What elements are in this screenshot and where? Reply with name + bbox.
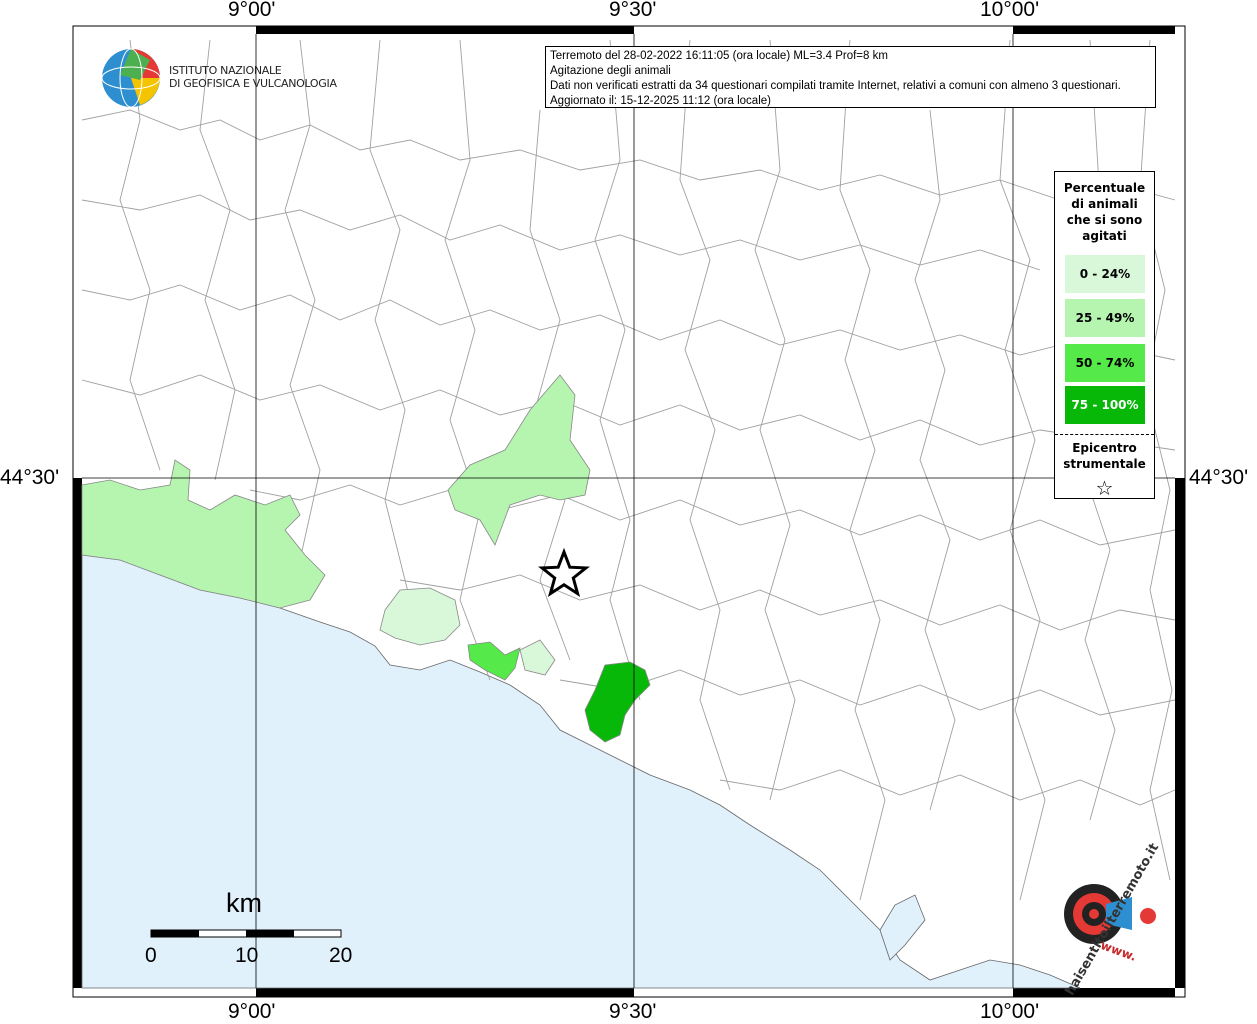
legend-epicenter-line: Epicentro <box>1072 441 1137 455</box>
event-info-box: Terremoto del 28-02-2022 16:11:05 (ora l… <box>545 46 1156 108</box>
scale-tick-20: 20 <box>329 944 353 967</box>
data-note: Dati non verificati estratti da 34 quest… <box>550 80 1121 92</box>
legend-title: Percentuale di animali che si sono agita… <box>1055 180 1154 244</box>
institute-line-2: DI GEOFISICA E VULCANOLOGIA <box>169 77 337 90</box>
legend-class-50-74: 50 - 74% <box>1065 344 1145 382</box>
institute-name: ISTITUTO NAZIONALE DI GEOFISICA E VULCAN… <box>169 64 337 90</box>
watermark-text: haisentitoilterremoto.it www. <box>1030 841 1170 998</box>
legend-title-line: agitati <box>1082 229 1127 243</box>
watermark-url: www. <box>1098 938 1139 964</box>
legend: Percentuale di animali che si sono agita… <box>1054 171 1155 500</box>
coord-top-2: 9°30' <box>609 0 657 21</box>
coord-left: 44°30' <box>0 466 60 489</box>
legend-title-line: Percentuale <box>1063 181 1146 195</box>
legend-class-0-24: 0 - 24% <box>1065 255 1145 293</box>
scale-bar <box>150 929 342 938</box>
coord-right: 44°30' <box>1189 466 1249 489</box>
coord-bottom-3: 10°00' <box>980 1000 1040 1023</box>
coord-top-1: 9°00' <box>228 0 276 21</box>
legend-class-25-49: 25 - 49% <box>1065 299 1145 337</box>
scale-unit: km <box>226 888 262 918</box>
scale-tick-10: 10 <box>235 944 259 967</box>
coord-top-3: 10°00' <box>980 0 1040 21</box>
legend-star-icon: ☆ <box>1095 476 1114 500</box>
event-title: Terremoto del 28-02-2022 16:11:05 (ora l… <box>550 50 888 62</box>
coord-bottom-2: 9°30' <box>609 1000 657 1023</box>
legend-separator <box>1055 434 1154 435</box>
legend-title-line: di animali <box>1071 197 1138 211</box>
ingv-logo-icon <box>101 48 161 108</box>
map-subject: Agitazione degli animali <box>550 65 671 77</box>
institute-line-1: ISTITUTO NAZIONALE <box>169 64 282 77</box>
legend-epicenter-line: strumentale <box>1063 457 1146 471</box>
scale-tick-0: 0 <box>145 944 157 967</box>
legend-epicenter-label: Epicentro strumentale <box>1055 440 1154 472</box>
legend-class-75-100: 75 - 100% <box>1065 386 1145 424</box>
update-date: Aggiornato il: 15-12-2025 11:12 (ora loc… <box>550 95 771 107</box>
legend-title-line: che si sono <box>1066 213 1143 227</box>
coord-bottom-1: 9°00' <box>228 1000 276 1023</box>
